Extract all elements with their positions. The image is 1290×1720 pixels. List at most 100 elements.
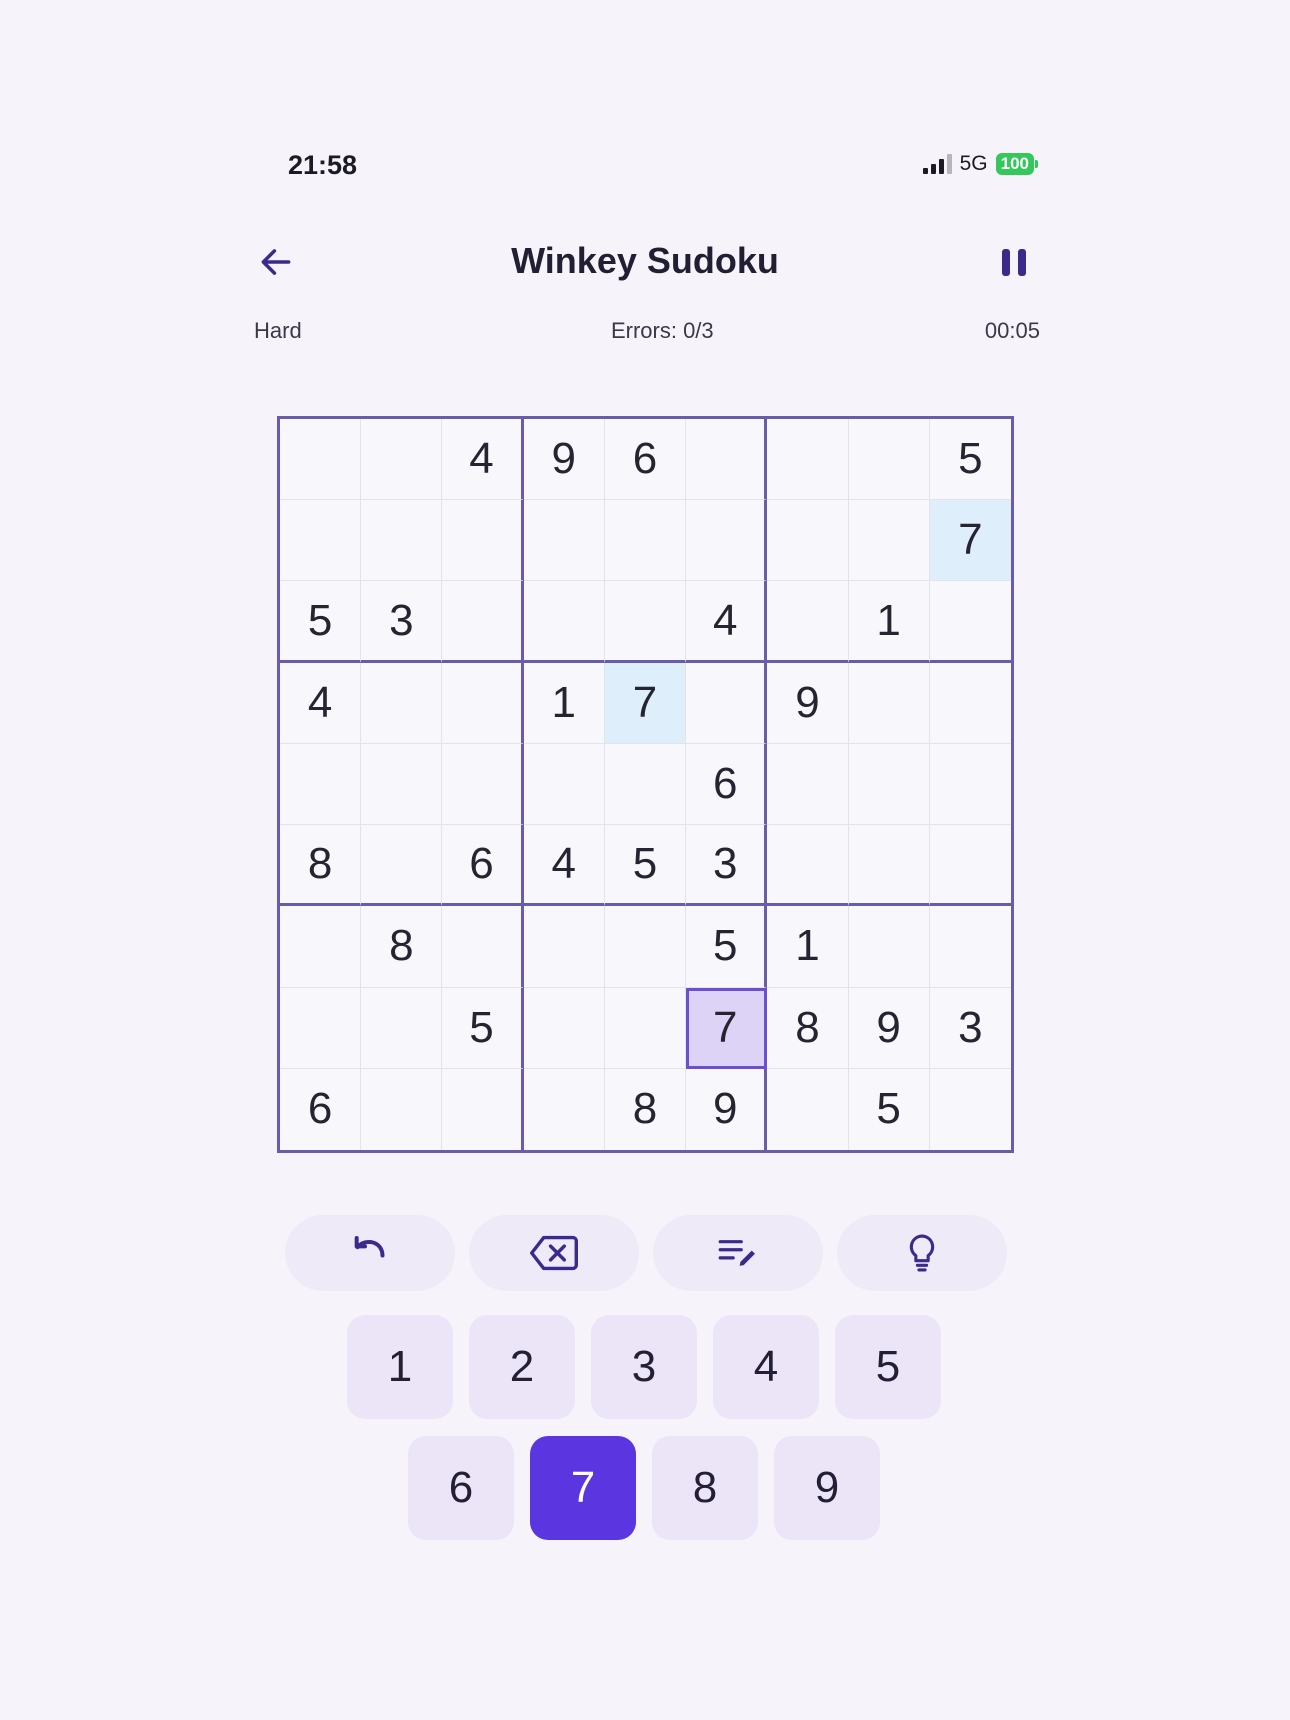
sudoku-cell-r7-c9[interactable] bbox=[929, 906, 1011, 988]
sudoku-cell-r5-c4[interactable] bbox=[523, 743, 605, 826]
sudoku-cell-r2-c9[interactable]: 7 bbox=[929, 500, 1011, 582]
sudoku-cell-r8-c7[interactable]: 8 bbox=[767, 987, 849, 1069]
sudoku-cell-r9-c6[interactable]: 9 bbox=[686, 1068, 768, 1150]
sudoku-cell-r2-c8[interactable] bbox=[848, 500, 930, 582]
sudoku-cell-r3-c4[interactable] bbox=[523, 581, 605, 663]
sudoku-cell-r6-c3[interactable]: 6 bbox=[442, 825, 524, 907]
sudoku-cell-r3-c6[interactable]: 4 bbox=[686, 581, 768, 663]
sudoku-cell-r6-c8[interactable] bbox=[848, 825, 930, 907]
sudoku-cell-r2-c6[interactable] bbox=[686, 500, 768, 582]
sudoku-cell-r3-c8[interactable]: 1 bbox=[848, 581, 930, 663]
sudoku-cell-r8-c6[interactable]: 7 bbox=[686, 987, 768, 1069]
tool-bar bbox=[285, 1215, 1007, 1291]
sudoku-cell-r9-c3[interactable] bbox=[442, 1068, 524, 1150]
sudoku-cell-r3-c2[interactable]: 3 bbox=[361, 581, 443, 663]
sudoku-cell-r5-c8[interactable] bbox=[848, 743, 930, 826]
sudoku-cell-r1-c3[interactable]: 4 bbox=[442, 419, 524, 501]
page-title: Winkey Sudoku bbox=[511, 240, 779, 281]
number-key-7[interactable]: 7 bbox=[530, 1436, 636, 1540]
sudoku-cell-r4-c4[interactable]: 1 bbox=[523, 662, 605, 744]
notes-button[interactable] bbox=[653, 1215, 823, 1291]
undo-button[interactable] bbox=[285, 1215, 455, 1291]
sudoku-cell-r4-c3[interactable] bbox=[442, 662, 524, 744]
erase-button[interactable] bbox=[469, 1215, 639, 1291]
sudoku-cell-r5-c9[interactable] bbox=[929, 744, 1011, 826]
sudoku-cell-r8-c8[interactable]: 9 bbox=[848, 987, 930, 1069]
sudoku-cell-r7-c1[interactable] bbox=[280, 906, 362, 988]
sudoku-cell-r1-c2[interactable] bbox=[361, 419, 443, 501]
sudoku-cell-r5-c3[interactable] bbox=[442, 743, 524, 826]
sudoku-cell-r5-c1[interactable] bbox=[280, 743, 362, 826]
sudoku-cell-r3-c1[interactable]: 5 bbox=[280, 581, 362, 663]
sudoku-cell-r1-c8[interactable] bbox=[848, 419, 930, 501]
sudoku-cell-r9-c1[interactable]: 6 bbox=[280, 1068, 362, 1150]
sudoku-cell-r9-c8[interactable]: 5 bbox=[849, 1068, 930, 1150]
undo-icon bbox=[354, 1236, 385, 1258]
number-key-3[interactable]: 3 bbox=[591, 1315, 697, 1419]
sudoku-cell-r6-c1[interactable]: 8 bbox=[280, 825, 362, 907]
sudoku-cell-r4-c7[interactable]: 9 bbox=[767, 662, 849, 744]
sudoku-cell-r5-c5[interactable] bbox=[604, 743, 687, 826]
number-key-1[interactable]: 1 bbox=[347, 1315, 453, 1419]
sudoku-cell-r4-c5[interactable]: 7 bbox=[604, 662, 687, 744]
number-key-2[interactable]: 2 bbox=[469, 1315, 575, 1419]
sudoku-cell-r1-c5[interactable]: 6 bbox=[604, 419, 687, 501]
pause-button[interactable] bbox=[988, 236, 1040, 288]
sudoku-cell-r6-c5[interactable]: 5 bbox=[604, 825, 687, 907]
sudoku-cell-r3-c3[interactable] bbox=[442, 581, 524, 663]
sudoku-cell-r9-c9[interactable] bbox=[930, 1069, 1011, 1150]
sudoku-cell-r1-c1[interactable] bbox=[280, 419, 362, 501]
sudoku-cell-r4-c9[interactable] bbox=[929, 663, 1011, 744]
sudoku-cell-r9-c2[interactable] bbox=[361, 1068, 443, 1150]
sudoku-cell-r4-c2[interactable] bbox=[361, 662, 443, 744]
sudoku-cell-r6-c2[interactable] bbox=[361, 825, 443, 907]
game-info-row: Hard Errors: 0/3 00:05 bbox=[254, 318, 1040, 344]
sudoku-cell-r5-c6[interactable]: 6 bbox=[686, 743, 768, 826]
sudoku-cell-r2-c3[interactable] bbox=[442, 500, 524, 582]
sudoku-cell-r2-c5[interactable] bbox=[604, 500, 687, 582]
sudoku-cell-r8-c4[interactable] bbox=[523, 987, 605, 1069]
sudoku-cell-r7-c6[interactable]: 5 bbox=[686, 906, 768, 988]
sudoku-cell-r6-c7[interactable] bbox=[767, 825, 849, 907]
sudoku-cell-r8-c1[interactable] bbox=[280, 987, 362, 1069]
sudoku-cell-r6-c6[interactable]: 3 bbox=[686, 825, 768, 907]
sudoku-cell-r7-c8[interactable] bbox=[848, 906, 930, 988]
sudoku-cell-r5-c2[interactable] bbox=[361, 743, 443, 826]
sudoku-cell-r8-c3[interactable]: 5 bbox=[442, 987, 524, 1069]
sudoku-cell-r4-c6[interactable] bbox=[686, 662, 768, 744]
hint-button[interactable] bbox=[837, 1215, 1007, 1291]
sudoku-cell-r6-c9[interactable] bbox=[929, 825, 1011, 907]
sudoku-cell-r1-c4[interactable]: 9 bbox=[523, 419, 605, 501]
sudoku-cell-r2-c1[interactable] bbox=[280, 500, 362, 582]
sudoku-cell-r7-c4[interactable] bbox=[523, 906, 605, 988]
sudoku-cell-r7-c2[interactable]: 8 bbox=[361, 906, 443, 988]
sudoku-cell-r7-c7[interactable]: 1 bbox=[767, 906, 849, 988]
sudoku-cell-r7-c5[interactable] bbox=[604, 906, 687, 988]
sudoku-cell-r2-c2[interactable] bbox=[361, 500, 443, 582]
sudoku-cell-r3-c5[interactable] bbox=[604, 581, 687, 663]
sudoku-cell-r4-c1[interactable]: 4 bbox=[280, 662, 362, 744]
sudoku-cell-r1-c7[interactable] bbox=[767, 419, 849, 501]
sudoku-cell-r9-c7[interactable] bbox=[767, 1068, 849, 1150]
number-key-8[interactable]: 8 bbox=[652, 1436, 758, 1540]
sudoku-cell-r4-c8[interactable] bbox=[848, 662, 930, 744]
sudoku-cell-r8-c9[interactable]: 3 bbox=[929, 988, 1011, 1069]
sudoku-cell-r9-c4[interactable] bbox=[524, 1068, 605, 1150]
number-key-5[interactable]: 5 bbox=[835, 1315, 941, 1419]
sudoku-cell-r3-c9[interactable] bbox=[929, 581, 1011, 663]
sudoku-cell-r8-c5[interactable] bbox=[604, 987, 687, 1069]
number-key-6[interactable]: 6 bbox=[408, 1436, 514, 1540]
number-key-4[interactable]: 4 bbox=[713, 1315, 819, 1419]
sudoku-cell-r5-c7[interactable] bbox=[767, 743, 849, 826]
sudoku-cell-r1-c9[interactable]: 5 bbox=[929, 419, 1011, 501]
sudoku-cell-r3-c7[interactable] bbox=[767, 581, 849, 663]
sudoku-cell-r9-c5[interactable]: 8 bbox=[605, 1068, 687, 1150]
sudoku-cell-r8-c2[interactable] bbox=[361, 987, 443, 1069]
sudoku-cell-r1-c6[interactable] bbox=[686, 419, 768, 501]
sudoku-cell-r6-c4[interactable]: 4 bbox=[523, 825, 605, 907]
sudoku-board: 4965753414179686453851578936895 bbox=[277, 416, 1014, 1153]
sudoku-cell-r7-c3[interactable] bbox=[442, 906, 524, 988]
number-key-9[interactable]: 9 bbox=[774, 1436, 880, 1540]
sudoku-cell-r2-c7[interactable] bbox=[767, 500, 849, 582]
sudoku-cell-r2-c4[interactable] bbox=[523, 500, 605, 582]
